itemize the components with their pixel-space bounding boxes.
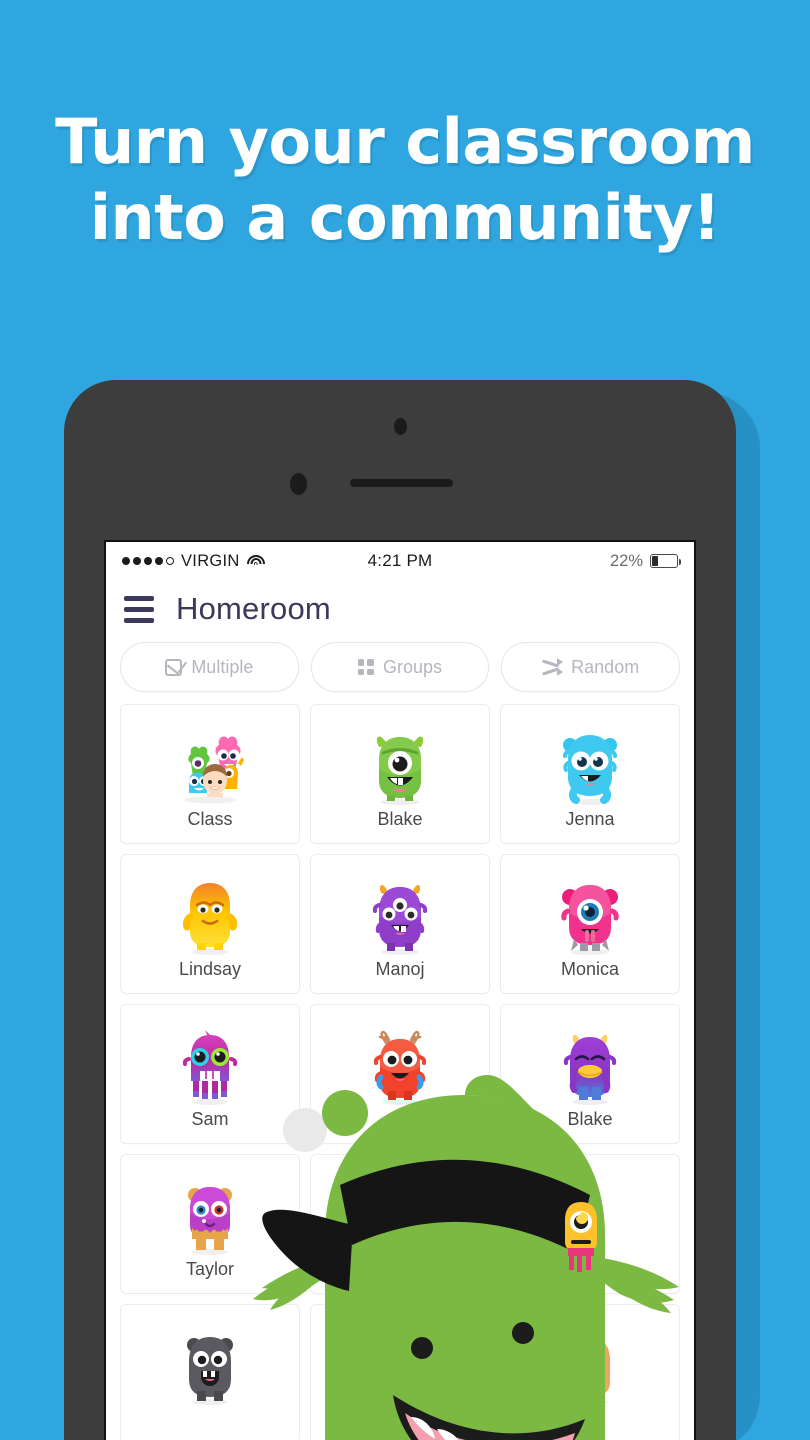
tab-multiple[interactable]: Multiple: [120, 642, 299, 692]
student-name: Monica: [560, 959, 620, 979]
tab-groups-label: Groups: [382, 656, 443, 677]
page-title: Homeroom: [176, 591, 331, 626]
headline-line-2: into a community!: [89, 181, 721, 254]
tab-multiple-label: Multiple: [191, 656, 254, 677]
tab-random-label: Random: [571, 656, 640, 677]
phone-device-frame: VIRGIN 4:21 PM 22% Homeroom Multiple Gro…: [64, 380, 736, 1440]
touch-ripple-decoration: [283, 1108, 327, 1152]
purple-three-eyed-monster-avatar: [357, 869, 443, 955]
shuffle-icon: [542, 658, 564, 676]
student-card-blake-green[interactable]: Blake: [310, 704, 490, 844]
hidden-monster-avatar: [357, 1319, 443, 1405]
grid-icon: [357, 659, 374, 675]
student-name: Jenna: [565, 809, 615, 829]
wifi-icon: [246, 554, 265, 568]
student-card-monica[interactable]: Monica: [500, 854, 680, 994]
student-card-manoj[interactable]: Manoj: [310, 854, 490, 994]
battery-percent-label: 22%: [609, 551, 643, 570]
student-card-hidden-2[interactable]: [500, 1154, 680, 1294]
app-navigation-bar: Homeroom: [106, 580, 694, 638]
hamburger-menu-icon[interactable]: [124, 595, 154, 623]
signal-strength-icon: [122, 557, 174, 565]
status-bar-left: VIRGIN: [122, 552, 265, 571]
headline-line-1: Turn your classroom: [55, 105, 755, 178]
status-bar: VIRGIN 4:21 PM 22%: [106, 542, 694, 580]
tan-monster-avatar: [547, 1319, 633, 1405]
student-card-hidden-1[interactable]: [310, 1154, 490, 1294]
class-group-avatar: [167, 719, 253, 805]
mascot-finger-tip: [322, 1090, 368, 1136]
student-name: Taylor: [185, 1259, 234, 1279]
green-horned-monster-avatar: [357, 719, 443, 805]
student-name: Manoj: [375, 959, 425, 979]
page-headline: Turn your classroom into a community!: [0, 104, 810, 256]
pink-cyclops-monster-avatar: [547, 869, 633, 955]
hidden-monster-avatar: [357, 1169, 443, 1255]
magenta-orange-monster-avatar: [167, 1169, 253, 1255]
tab-random[interactable]: Random: [501, 642, 681, 692]
tab-groups[interactable]: Groups: [310, 642, 490, 692]
student-grid: Class Blake Jenna Lindsay Manoj Monica S…: [106, 704, 694, 1440]
blue-fuzzy-monster-avatar: [547, 719, 633, 805]
student-card-class[interactable]: Class: [120, 704, 300, 844]
student-card-gray[interactable]: [120, 1304, 300, 1440]
mode-toolbar: Multiple Groups Random: [106, 638, 694, 704]
student-name: Blake: [567, 1109, 613, 1129]
student-card-taylor[interactable]: Taylor: [120, 1154, 300, 1294]
student-card-jenna[interactable]: Jenna: [500, 704, 680, 844]
proximity-sensor-icon: [290, 473, 307, 495]
phone-screen: VIRGIN 4:21 PM 22% Homeroom Multiple Gro…: [104, 540, 696, 1440]
magenta-monster-avatar: [167, 1019, 253, 1105]
student-name: Blake: [377, 809, 423, 829]
front-camera-icon: [394, 418, 407, 435]
status-bar-right: 22%: [609, 551, 682, 571]
student-name: Lindsay: [178, 959, 242, 979]
purple-beak-monster-avatar: [547, 1019, 633, 1105]
carrier-label: VIRGIN: [181, 551, 240, 570]
student-name: Class: [187, 809, 233, 829]
student-card-sam[interactable]: Sam: [120, 1004, 300, 1144]
student-name: R: [393, 1109, 407, 1129]
red-antler-monster-avatar: [357, 1019, 443, 1105]
student-card-blake-purple[interactable]: Blake: [500, 1004, 680, 1144]
battery-icon: [650, 554, 682, 568]
student-card-tan[interactable]: [500, 1304, 680, 1440]
check-square-icon: [165, 658, 183, 676]
hidden-monster-avatar: [547, 1169, 633, 1255]
student-name: Sam: [191, 1109, 229, 1129]
student-card-lindsay[interactable]: Lindsay: [120, 854, 300, 994]
gray-monster-avatar: [167, 1319, 253, 1405]
earpiece-speaker-icon: [350, 479, 453, 487]
yellow-orange-monster-avatar: [167, 869, 253, 955]
student-card-hidden-3[interactable]: [310, 1304, 490, 1440]
